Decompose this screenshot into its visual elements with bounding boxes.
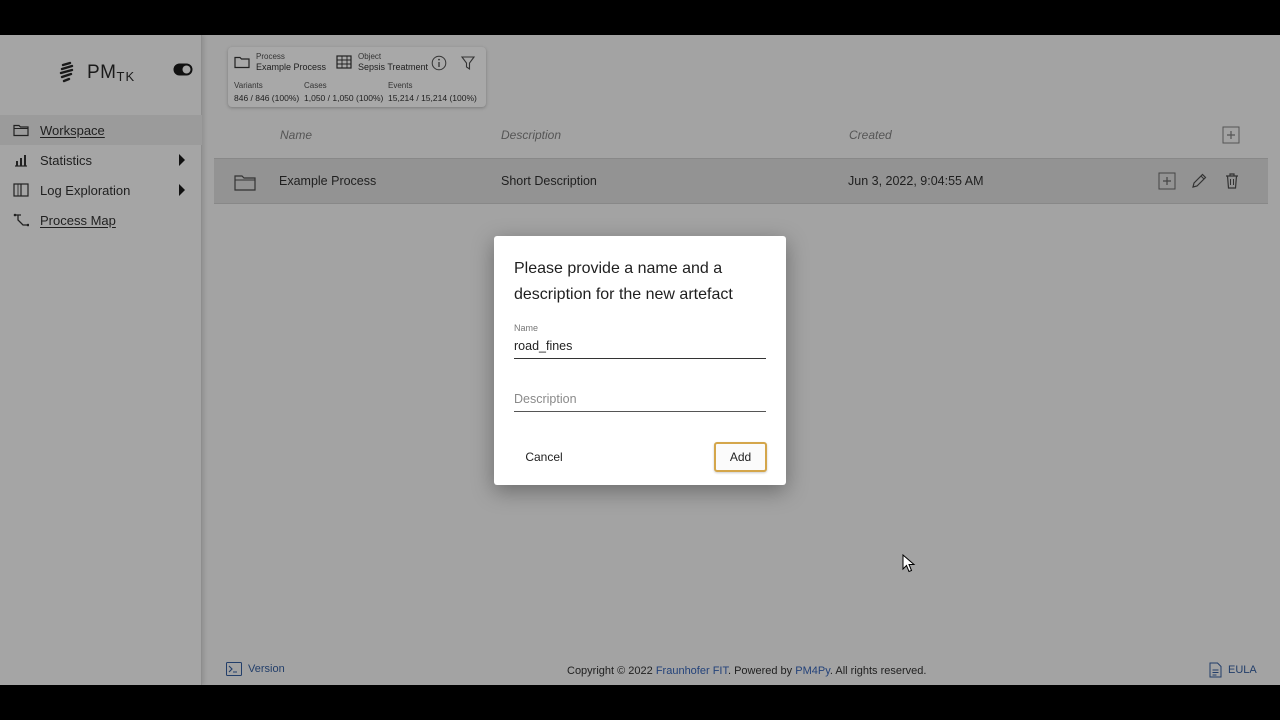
- sidebar-item-label: Log Exploration: [40, 182, 131, 198]
- events-stat: Events 15,214 / 15,214 (100%): [388, 81, 477, 103]
- table-row[interactable]: Example Process Short Description Jun 3,…: [214, 158, 1268, 204]
- description-field: [514, 388, 766, 412]
- mouse-cursor-icon: [902, 554, 916, 573]
- column-header-created[interactable]: Created: [849, 128, 892, 142]
- sidebar-item-process-map[interactable]: Process Map: [0, 205, 202, 235]
- events-label: Events: [388, 81, 413, 90]
- name-field-label: Name: [514, 323, 539, 333]
- rights-text: . All rights reserved.: [829, 665, 927, 677]
- variants-label: Variants: [234, 81, 263, 90]
- expand-arrow-icon[interactable]: [179, 154, 185, 166]
- sidebar-item-label: Statistics: [40, 152, 93, 168]
- dialog-title: Please provide a name and a description …: [514, 260, 733, 303]
- description-input[interactable]: [514, 388, 766, 412]
- table-icon: [336, 55, 352, 69]
- fraunhofer-link[interactable]: Fraunhofer FIT: [656, 665, 728, 677]
- app-root: PMTK Workspace Statistics Log Exploratio…: [0, 35, 1280, 685]
- document-icon: [1209, 662, 1222, 678]
- name-field: Name: [514, 323, 766, 359]
- cases-stat: Cases 1,050 / 1,050 (100%): [304, 81, 384, 103]
- column-header-name[interactable]: Name: [280, 128, 312, 142]
- events-value: 15,214 / 15,214 (100%): [388, 93, 477, 103]
- filter-icon[interactable]: [460, 55, 476, 71]
- eula-link[interactable]: EULA: [1209, 662, 1257, 678]
- logo-text: PMTK: [87, 62, 136, 84]
- folder-icon: [234, 56, 250, 69]
- sidebar-nav: Workspace Statistics Log Exploration Pro…: [0, 115, 202, 235]
- sidebar-item-label: Workspace: [40, 122, 105, 138]
- add-artefact-button[interactable]: [1158, 172, 1176, 190]
- sidebar-item-log-exploration[interactable]: Log Exploration: [0, 175, 202, 205]
- process-label: Process: [256, 52, 285, 61]
- cancel-button[interactable]: Cancel: [514, 442, 574, 472]
- object-value: Sepsis Treatment: [358, 62, 429, 72]
- delete-trash-icon[interactable]: [1223, 172, 1241, 190]
- sidebar-item-label: Process Map: [40, 212, 116, 228]
- new-artefact-dialog: Please provide a name and a description …: [494, 236, 786, 485]
- row-description: Short Description: [501, 174, 597, 188]
- sidebar-item-workspace[interactable]: Workspace: [0, 115, 202, 145]
- folder-icon: [234, 175, 256, 191]
- process-selector[interactable]: Process Example Process: [234, 52, 326, 73]
- pm4py-link[interactable]: PM4Py: [795, 665, 830, 677]
- sidebar: PMTK Workspace Statistics Log Exploratio…: [0, 35, 202, 685]
- row-name: Example Process: [279, 174, 377, 188]
- folder-icon: [13, 122, 29, 138]
- pmtk-logo-icon: [59, 61, 74, 83]
- expand-arrow-icon[interactable]: [179, 184, 185, 196]
- info-icon[interactable]: [431, 55, 447, 71]
- powered-by-text: . Powered by: [727, 665, 796, 677]
- name-input[interactable]: [514, 335, 766, 359]
- process-info-panel: Process Example Process Object Sepsis Tr…: [228, 47, 486, 107]
- sidebar-item-statistics[interactable]: Statistics: [0, 145, 202, 175]
- row-created: Jun 3, 2022, 9:04:55 AM: [848, 174, 984, 188]
- bar-chart-icon: [13, 152, 29, 168]
- edit-pencil-icon[interactable]: [1190, 172, 1208, 190]
- version-label: Version: [248, 663, 285, 675]
- cases-label: Cases: [304, 81, 327, 90]
- add-button[interactable]: Add: [714, 442, 767, 472]
- variants-value: 846 / 846 (100%): [234, 93, 300, 103]
- cases-value: 1,050 / 1,050 (100%): [304, 93, 384, 103]
- footer-copyright: Copyright © 2022 Fraunhofer FIT. Powered…: [567, 665, 926, 677]
- object-label: Object: [358, 52, 382, 61]
- process-map-icon: [13, 212, 29, 228]
- add-process-button[interactable]: [1222, 126, 1240, 144]
- version-link[interactable]: Version: [226, 662, 285, 676]
- theme-toggle-icon[interactable]: [173, 63, 193, 76]
- terminal-icon: [226, 662, 242, 676]
- app-logo[interactable]: PMTK: [57, 61, 135, 85]
- variants-stat: Variants 846 / 846 (100%): [234, 81, 300, 103]
- column-header-description[interactable]: Description: [501, 128, 561, 142]
- process-value: Example Process: [256, 62, 327, 72]
- book-icon: [13, 182, 29, 198]
- copyright-text: Copyright © 2022: [567, 665, 656, 677]
- object-selector[interactable]: Object Sepsis Treatment: [336, 52, 428, 73]
- eula-label: EULA: [1228, 664, 1257, 676]
